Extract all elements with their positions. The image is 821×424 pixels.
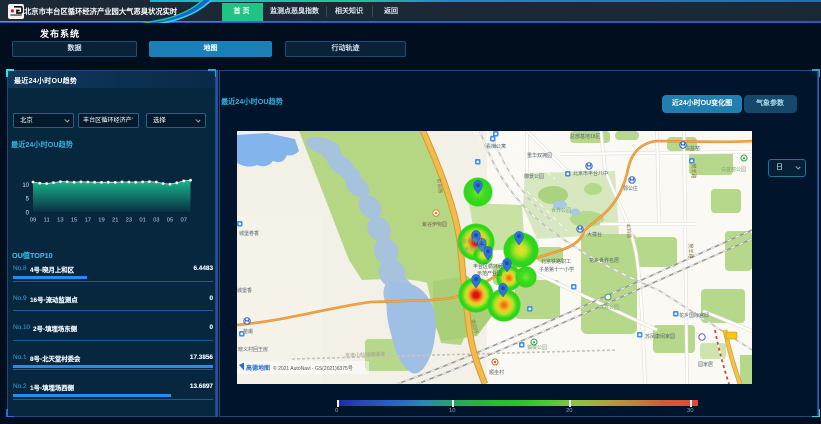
svg-text:郭公庄: 郭公庄 — [623, 185, 638, 192]
svg-text:白盆窑: 白盆窑 — [685, 145, 700, 152]
svg-text:晓义村回王房: 晓义村回王房 — [238, 346, 268, 353]
svg-text:11: 11 — [44, 218, 50, 224]
svg-text:高德地图: 高德地图 — [246, 364, 270, 372]
svg-text:花乡国际宫邸: 花乡国际宫邸 — [679, 312, 709, 319]
svg-text:05: 05 — [167, 218, 173, 224]
svg-text:高鑫公园: 高鑫公园 — [599, 304, 619, 311]
svg-text:23: 23 — [126, 218, 132, 224]
svg-text:总部基地18区: 总部基地18区 — [570, 133, 601, 140]
svg-text:御景公园: 御景公园 — [524, 173, 544, 180]
svg-text:© 2021 AutoNavi - GS(2021)6375: © 2021 AutoNavi - GS(2021)6375号 — [273, 365, 353, 372]
svg-text:07: 07 — [180, 218, 186, 224]
svg-text:紫谷伊甸园: 紫谷伊甸园 — [422, 221, 447, 228]
svg-text:19: 19 — [98, 218, 104, 224]
svg-text:世界公园: 世界公园 — [551, 207, 571, 214]
svg-text:大葆台: 大葆台 — [587, 231, 602, 238]
svg-text:城堡香: 城堡香 — [237, 287, 252, 294]
svg-text:苏凤康闲家园: 苏凤康闲家园 — [645, 333, 675, 340]
svg-text:顺圭村: 顺圭村 — [489, 369, 504, 376]
svg-text:樊羊路: 樊羊路 — [687, 243, 694, 258]
svg-text:北京世界公园: 北京世界公园 — [457, 238, 487, 245]
svg-text:苗甫: 苗甫 — [243, 328, 253, 335]
svg-text:21: 21 — [112, 218, 118, 224]
svg-text:看梅公寓: 看梅公寓 — [486, 143, 506, 150]
svg-text:01: 01 — [139, 218, 145, 224]
svg-text:樊羊路: 樊羊路 — [690, 163, 697, 178]
svg-text:白盆窑公园: 白盆窑公园 — [721, 166, 746, 173]
svg-text:09: 09 — [30, 218, 36, 224]
svg-text:13: 13 — [57, 218, 63, 224]
svg-text:京津小斜线储通道: 京津小斜线储通道 — [345, 351, 385, 359]
svg-text:重华双拥园: 重华双拥园 — [527, 152, 552, 159]
svg-text:0: 0 — [26, 211, 30, 217]
svg-text:镇葆公园: 镇葆公园 — [527, 344, 547, 351]
svg-text:北京铁路职工: 北京铁路职工 — [541, 258, 571, 265]
svg-text:03: 03 — [153, 218, 159, 224]
svg-text:马术俱乐部: 马术俱乐部 — [459, 246, 484, 253]
svg-text:子弟第十一小学: 子弟第十一小学 — [539, 266, 574, 273]
svg-text:10: 10 — [22, 183, 29, 189]
svg-text:15: 15 — [71, 218, 77, 224]
svg-text:北京市丰台八中: 北京市丰台八中 — [573, 170, 608, 177]
svg-text:17: 17 — [85, 218, 91, 224]
svg-text:城堡卷香: 城堡卷香 — [239, 230, 259, 237]
svg-text:花乡世界名居: 花乡世界名居 — [589, 257, 619, 264]
svg-text:示范产业园: 示范产业园 — [477, 270, 502, 277]
svg-text:园家居: 园家居 — [698, 361, 713, 368]
svg-text:5: 5 — [26, 197, 30, 203]
